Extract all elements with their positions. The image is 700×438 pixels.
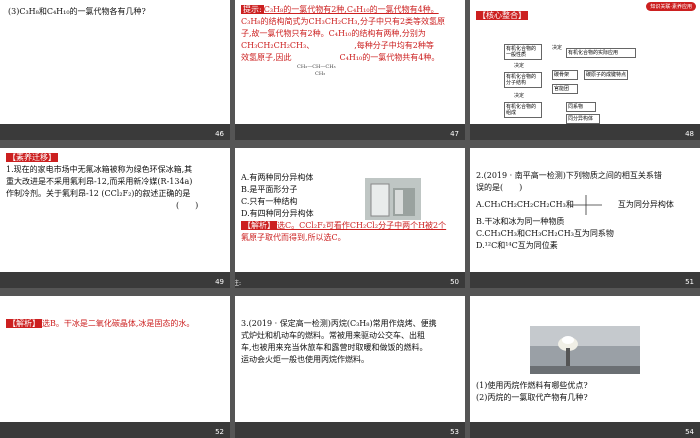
slide-footer: 51 bbox=[470, 272, 700, 288]
slide-number: 52 bbox=[215, 428, 224, 436]
box-functional-group: 官能团 bbox=[552, 84, 578, 94]
option-b: B.干冰和冰为同一种物质 bbox=[476, 217, 565, 226]
option-a: A.有两种同分异构体 bbox=[241, 173, 314, 182]
slide-53[interactable]: 3.(2019 · 保定高一检测)丙烷(C₃H₈)常用作烧烤、便携 式炉灶和机动… bbox=[235, 296, 465, 438]
slide-52[interactable]: 【解析】 选B。干冰是二氧化碳晶体,冰是固态的水。 52 bbox=[0, 296, 230, 438]
analysis-label: 【解析】 bbox=[6, 319, 42, 328]
slide-47[interactable]: 提示: C₃H₈的一氯代物有2种,C₄H₁₀的一氯代物有4种。 C₃H₈的结构简式… bbox=[235, 0, 465, 140]
box-isomers: 同分异构体 bbox=[566, 114, 600, 124]
slide-number: 51 bbox=[685, 278, 694, 286]
option-a: A.CH₃CH₂CH₂CH₂CH₃和 bbox=[476, 200, 574, 209]
slide-number: 48 bbox=[685, 130, 694, 138]
option-a-suffix: 互为同分异构体 bbox=[617, 200, 674, 209]
slide-number: 50 bbox=[450, 278, 459, 286]
box-composition: 有机化合物的组成 bbox=[504, 102, 542, 118]
label-decide: 决定 bbox=[514, 63, 525, 69]
analysis-label: 【解析】 bbox=[241, 221, 277, 230]
hint-line-3: 子,故一氯代物只有2种。C₄H₁₀的结构有两种,分别为 bbox=[241, 29, 426, 38]
option-d: D.¹²C和¹⁴C互为同位素 bbox=[476, 241, 558, 250]
slide-footer: 52 bbox=[0, 422, 230, 438]
slide-number: 46 bbox=[215, 130, 224, 138]
torch-flame-photo bbox=[530, 326, 640, 374]
analysis-line-1: 选C。CCl₂F₂可看作CH₂Cl₂分子中两个H被2个 bbox=[277, 221, 447, 230]
slide-footer: 47 bbox=[235, 124, 465, 140]
slide-51[interactable]: 2.(2019 · 南平高一检测)下列物质之间的相互关系错 误的是( ) A.C… bbox=[470, 148, 700, 288]
box-applications: 有机化合物的实际应用 bbox=[566, 48, 636, 58]
analysis-line-2: 氟原子取代而得到,所以选C。 bbox=[241, 233, 346, 242]
hint-line-2: C₃H₈的结构简式为CH₃CH₂CH₃,分子中只有2类等效氢原 bbox=[241, 17, 446, 26]
slide-number: 54 bbox=[685, 428, 694, 436]
option-c: C.CH₃CH₃和CH₃CH₂CH₃互为同系物 bbox=[476, 229, 614, 238]
label-decide: 决定 bbox=[552, 45, 563, 51]
question-line-3: 作制冷剂。关于氟利昂-12 (CCl₂F₂)的叙述正确的是 bbox=[6, 189, 191, 198]
box-molecular-structure: 有机化合物的分子结构 bbox=[504, 72, 542, 88]
question-1: (1)使用丙烷作燃料有哪些优点? bbox=[476, 381, 588, 390]
hint-label: 提示: bbox=[241, 5, 264, 14]
box-general-properties: 有机化合物的一般性质 bbox=[504, 44, 542, 60]
question-line-2: 式炉灶和机动车的燃料。常被用来驱动公交车、出租 bbox=[241, 331, 425, 340]
corner-note: 注: bbox=[235, 280, 242, 287]
option-d: D.有四种同分异构体 bbox=[241, 209, 314, 218]
slide-footer: 48 bbox=[470, 124, 700, 140]
answer-blank: ( ) bbox=[176, 201, 199, 210]
question-line-1: 3.(2019 · 保定高一检测)丙烷(C₃H₈)常用作烧烤、便携 bbox=[241, 319, 437, 328]
slide-number: 49 bbox=[215, 278, 224, 286]
box-carbon-skeleton: 碳骨架 bbox=[552, 70, 578, 80]
slide-footer: 53 bbox=[235, 422, 465, 438]
structure-formula: CH₃—CH—CH₃ CH₃ bbox=[297, 64, 336, 77]
slide-number: 47 bbox=[450, 130, 459, 138]
slide-48[interactable]: 知识关联·素养应用 【核心整合】 有机化合物的一般性质 决定 有机化合物的实际应… bbox=[470, 0, 700, 140]
question-line-2: 误的是( ) bbox=[476, 183, 523, 192]
hint-line-1: C₃H₈的一氯代物有2种,C₄H₁₀的一氯代物有4种。 bbox=[263, 5, 439, 14]
slide-46[interactable]: (3)C₃H₈和C₄H₁₀的一氯代物各有几种? 46 bbox=[0, 0, 230, 140]
label-decide: 决定 bbox=[514, 93, 525, 99]
hint-line-7: C₄H₁₀的一氯代物共有4种。 bbox=[339, 53, 440, 62]
slide-50[interactable]: A.有两种同分异构体 B.是平面形分子 C.只有一种结构 D.有四种同分异构体 … bbox=[235, 148, 465, 288]
question-line-1: 2.(2019 · 南平高一检测)下列物质之间的相互关系错 bbox=[476, 171, 662, 180]
hint-line-5: ,每种分子中均有2种等 bbox=[354, 41, 434, 50]
slide-49[interactable]: 【素养迁移】 1.现在的家电市场中无氟冰箱被称为绿色环保冰箱,其 重大改进是不采… bbox=[0, 148, 230, 288]
slide-footer: 49 bbox=[0, 272, 230, 288]
transfer-label: 【素养迁移】 bbox=[6, 153, 58, 162]
slide-54[interactable]: (1)使用丙烷作燃料有哪些优点? (2)丙烷的一氯取代产物有几种? 54 bbox=[470, 296, 700, 438]
analysis-text: 选B。干冰是二氧化碳晶体,冰是固态的水。 bbox=[42, 319, 195, 328]
section-banner: 知识关联·素养应用 bbox=[646, 2, 696, 11]
slide-footer: 50 bbox=[235, 272, 465, 288]
slide-footer: 46 bbox=[0, 124, 230, 140]
option-c: C.只有一种结构 bbox=[241, 197, 298, 206]
slide-footer: 54 bbox=[470, 422, 700, 438]
branched-structure bbox=[570, 195, 602, 215]
question-line-1: 1.现在的家电市场中无氟冰箱被称为绿色环保冰箱,其 bbox=[6, 165, 193, 174]
hint-line-4: CH₃CH₂CH₂CH₃、 bbox=[241, 41, 315, 50]
box-carbon-bonding: 碳原子的成键特点 bbox=[584, 70, 628, 80]
refrigerator-photo bbox=[365, 178, 421, 220]
core-title: 【核心整合】 bbox=[476, 11, 528, 20]
slide-grid: (3)C₃H₈和C₄H₁₀的一氯代物各有几种? 46 提示: C₃H₈的一氯代物有… bbox=[0, 0, 700, 438]
slide-text: (3)C₃H₈和C₄H₁₀的一氯代物各有几种? bbox=[8, 7, 146, 16]
question-line-2: 重大改进是不采用氟利昂-12,而采用新冷媒(R-134a) bbox=[6, 177, 193, 186]
question-line-4: 运动会火炬一般也使用丙烷作燃料。 bbox=[241, 355, 369, 364]
box-homologs: 同系物 bbox=[566, 102, 596, 112]
question-2: (2)丙烷的一氯取代产物有几种? bbox=[476, 393, 588, 402]
question-line-3: 车,也被用来充当休旅车和露营时取暖和做饭的燃料。 bbox=[241, 343, 428, 352]
option-b: B.是平面形分子 bbox=[241, 185, 298, 194]
hint-line-6: 效氢原子,因此 bbox=[241, 53, 292, 62]
slide-number: 53 bbox=[450, 428, 459, 436]
